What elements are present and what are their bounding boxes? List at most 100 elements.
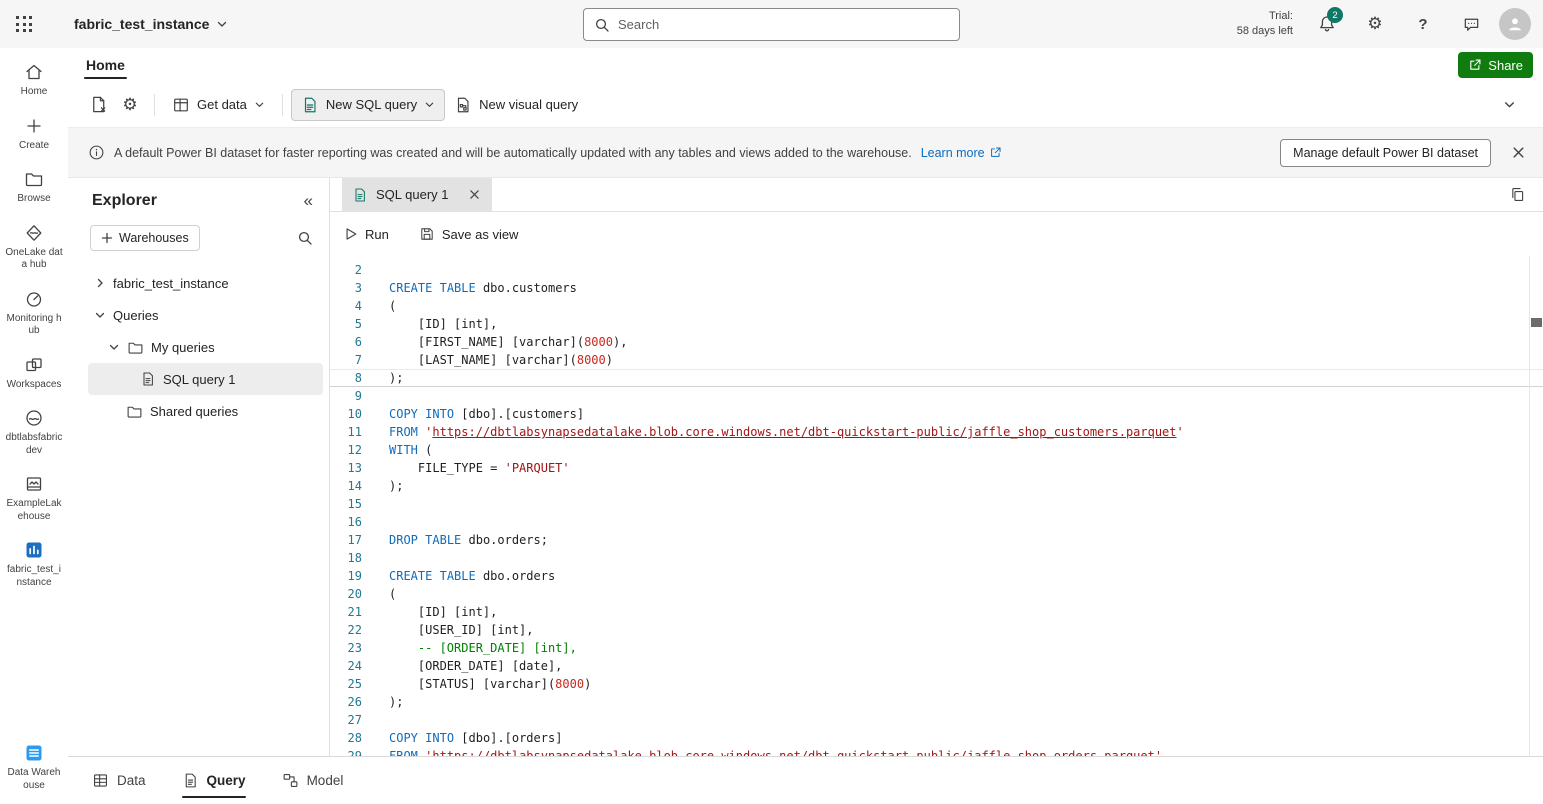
waffle-icon — [16, 16, 32, 32]
nav-monitoring-hub[interactable]: Monitoring hub — [2, 285, 66, 342]
explorer-title: Explorer — [92, 192, 157, 210]
topbar-actions: Trial: 58 days left 2 ⚙ ? — [1237, 0, 1543, 48]
scrollbar-thumb[interactable] — [1531, 318, 1542, 327]
code-line[interactable]: 13 FILE_TYPE = 'PARQUET' — [330, 459, 1543, 477]
code-line[interactable]: 16 — [330, 513, 1543, 531]
line-number: 20 — [330, 585, 362, 603]
tree-item-my-queries[interactable]: My queries — [68, 331, 329, 363]
search-icon — [297, 230, 313, 246]
code-line[interactable]: 10COPY INTO [dbo].[customers] — [330, 405, 1543, 423]
code-line[interactable]: 20( — [330, 585, 1543, 603]
code-line[interactable]: 5 [ID] [int], — [330, 315, 1543, 333]
collapse-panel-button[interactable]: « — [298, 191, 319, 211]
code-line[interactable]: 3CREATE TABLE dbo.customers — [330, 279, 1543, 297]
chevron-down-icon — [94, 309, 106, 321]
code-line[interactable]: 18 — [330, 549, 1543, 567]
plus-icon — [24, 116, 44, 136]
save-as-view-label: Save as view — [442, 227, 519, 242]
nav-workspace-dbtlabsfabricdev[interactable]: dbtlabsfabricdev — [2, 404, 66, 461]
left-nav-rail: Home Create Browse OneLake data hub Moni… — [0, 48, 68, 804]
tab-sql-query-1[interactable]: SQL query 1 — [342, 178, 492, 212]
tab-home[interactable]: Home — [84, 53, 127, 77]
save-as-view-button[interactable]: Save as view — [419, 226, 519, 242]
code-line[interactable]: 7 [LAST_NAME] [varchar](8000) — [330, 351, 1543, 369]
tree-item-queries[interactable]: Queries — [68, 299, 329, 331]
tree-item-shared-queries[interactable]: Shared queries — [68, 395, 329, 427]
nav-data-warehouse[interactable]: Data Warehouse — [2, 739, 66, 796]
query-settings-button[interactable]: ⚙ — [114, 89, 146, 121]
code-line[interactable]: 12WITH ( — [330, 441, 1543, 459]
share-button[interactable]: Share — [1458, 52, 1533, 78]
code-line[interactable]: 29FROM 'https://dbtlabsynapsedatalake.bl… — [330, 747, 1543, 756]
tab-close-button[interactable] — [467, 187, 482, 202]
feedback-button[interactable] — [1447, 0, 1495, 48]
line-content: [ORDER_DATE] [date], — [389, 657, 562, 675]
code-line[interactable]: 15 — [330, 495, 1543, 513]
run-button[interactable]: Run — [344, 227, 389, 242]
new-item-button[interactable] — [82, 89, 114, 121]
tree-item-sql-query-1[interactable]: SQL query 1 — [88, 363, 323, 395]
nav-item-examplelakehouse[interactable]: ExampleLakehouse — [2, 470, 66, 527]
new-sql-query-button[interactable]: New SQL query — [291, 89, 445, 121]
search-input[interactable] — [618, 17, 949, 32]
add-warehouses-button[interactable]: Warehouses — [90, 225, 200, 251]
get-data-button[interactable]: Get data — [163, 89, 274, 121]
code-line[interactable]: 26); — [330, 693, 1543, 711]
code-line[interactable]: 22 [USER_ID] [int], — [330, 621, 1543, 639]
workspace-switcher[interactable]: fabric_test_instance — [74, 16, 228, 32]
tree-item-warehouse[interactable]: fabric_test_instance — [68, 267, 329, 299]
app-launcher-button[interactable] — [0, 0, 48, 48]
editor-scrollbar[interactable] — [1529, 256, 1543, 756]
manage-dataset-button[interactable]: Manage default Power BI dataset — [1280, 139, 1491, 167]
view-tab-data[interactable]: Data — [92, 772, 146, 789]
line-content: FROM 'https://dbtlabsynapsedatalake.blob… — [389, 747, 1162, 756]
folder-icon — [24, 169, 44, 189]
nav-onelake-data-hub[interactable]: OneLake data hub — [2, 219, 66, 276]
learn-more-link[interactable]: Learn more — [921, 146, 1002, 160]
line-number: 7 — [330, 351, 362, 369]
query-toolbar: Run Save as view — [330, 212, 1543, 256]
duplicate-tab-button[interactable] — [1506, 183, 1529, 206]
help-button[interactable]: ? — [1399, 0, 1447, 48]
line-content: [USER_ID] [int], — [389, 621, 534, 639]
nav-home[interactable]: Home — [2, 58, 66, 103]
settings-button[interactable]: ⚙ — [1351, 0, 1399, 48]
search-box[interactable] — [583, 8, 960, 41]
visual-query-icon — [454, 96, 472, 114]
nav-item-fabric-test-instance[interactable]: fabric_test_instance — [2, 536, 66, 593]
line-number: 15 — [330, 495, 362, 513]
code-line[interactable]: 11FROM 'https://dbtlabsynapsedatalake.bl… — [330, 423, 1543, 441]
new-visual-query-button[interactable]: New visual query — [445, 89, 587, 121]
code-line[interactable]: 28COPY INTO [dbo].[orders] — [330, 729, 1543, 747]
view-tab-query[interactable]: Query — [182, 772, 246, 789]
line-number: 9 — [330, 387, 362, 405]
banner-close-button[interactable] — [1505, 140, 1531, 166]
code-editor[interactable]: 23CREATE TABLE dbo.customers4(5 [ID] [in… — [330, 256, 1543, 756]
view-tab-model[interactable]: Model — [282, 772, 344, 789]
nav-workspaces[interactable]: Workspaces — [2, 351, 66, 396]
gear-icon: ⚙ — [1367, 14, 1382, 34]
code-line[interactable]: 4( — [330, 297, 1543, 315]
ribbon-collapse-button[interactable] — [1493, 89, 1525, 121]
code-line[interactable]: 2 — [330, 261, 1543, 279]
code-line[interactable]: 21 [ID] [int], — [330, 603, 1543, 621]
nav-browse[interactable]: Browse — [2, 165, 66, 210]
new-visual-query-label: New visual query — [479, 97, 578, 112]
line-content: [ID] [int], — [389, 603, 497, 621]
code-line[interactable]: 8); — [330, 369, 1543, 387]
code-line[interactable]: 23 -- [ORDER_DATE] [int], — [330, 639, 1543, 657]
code-line[interactable]: 14); — [330, 477, 1543, 495]
notifications-button[interactable]: 2 — [1303, 0, 1351, 48]
code-line[interactable]: 24 [ORDER_DATE] [date], — [330, 657, 1543, 675]
code-line[interactable]: 19CREATE TABLE dbo.orders — [330, 567, 1543, 585]
code-line[interactable]: 17DROP TABLE dbo.orders; — [330, 531, 1543, 549]
code-line[interactable]: 6 [FIRST_NAME] [varchar](8000), — [330, 333, 1543, 351]
code-line[interactable]: 25 [STATUS] [varchar](8000) — [330, 675, 1543, 693]
code-line[interactable]: 27 — [330, 711, 1543, 729]
nav-create[interactable]: Create — [2, 112, 66, 157]
line-content: [STATUS] [varchar](8000) — [389, 675, 591, 693]
code-line[interactable]: 9 — [330, 387, 1543, 405]
explorer-search-button[interactable] — [293, 226, 317, 250]
avatar[interactable] — [1499, 8, 1531, 40]
table-grid-icon — [92, 772, 109, 789]
